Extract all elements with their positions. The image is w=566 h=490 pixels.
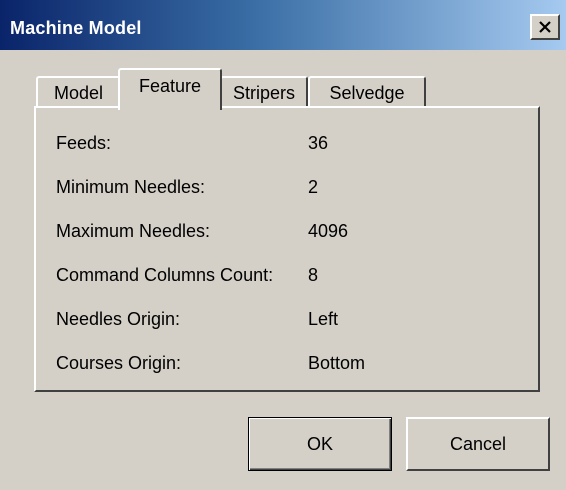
machine-model-dialog: Machine Model Model Feature Stripers Sel… — [0, 0, 566, 490]
feeds-row: Feeds: 36 — [56, 128, 328, 158]
close-icon — [538, 20, 552, 34]
needles-origin-label: Needles Origin: — [56, 308, 181, 329]
courses-origin-label: Courses Origin: — [56, 352, 182, 373]
tab-selvedge-label: Selvedge — [329, 82, 405, 103]
feature-tab-panel: Feeds: 36 Minimum Needles: 2 Maximum Nee… — [34, 106, 540, 392]
feeds-value: 36 — [308, 132, 329, 153]
minimum-needles-value: 2 — [308, 176, 319, 197]
title-bar[interactable]: Machine Model — [0, 0, 566, 50]
maximum-needles-value: 4096 — [308, 220, 349, 241]
ok-button[interactable]: OK — [248, 417, 392, 471]
close-button[interactable] — [530, 14, 560, 40]
needles-origin-row: Needles Origin: Left — [56, 304, 338, 334]
minimum-needles-row: Minimum Needles: 2 — [56, 172, 318, 202]
tab-model[interactable]: Model — [36, 76, 121, 108]
tab-model-label: Model — [53, 82, 104, 103]
cancel-button-label: Cancel — [449, 433, 507, 454]
cancel-button[interactable]: Cancel — [406, 417, 550, 471]
feeds-label: Feeds: — [56, 132, 112, 153]
ok-button-label: OK — [306, 433, 333, 454]
tab-stripers[interactable]: Stripers — [220, 76, 308, 108]
courses-origin-value: Bottom — [308, 352, 366, 373]
courses-origin-row: Courses Origin: Bottom — [56, 348, 365, 378]
command-columns-count-label: Command Columns Count: — [56, 264, 274, 285]
minimum-needles-label: Minimum Needles: — [56, 176, 206, 197]
window-title: Machine Model — [10, 18, 142, 38]
tab-feature-label: Feature — [138, 75, 202, 96]
tab-feature[interactable]: Feature — [118, 68, 222, 110]
maximum-needles-row: Maximum Needles: 4096 — [56, 216, 348, 246]
needles-origin-value: Left — [308, 308, 339, 329]
tab-selvedge[interactable]: Selvedge — [308, 76, 426, 108]
command-columns-count-value: 8 — [308, 264, 319, 285]
maximum-needles-label: Maximum Needles: — [56, 220, 211, 241]
command-columns-count-row: Command Columns Count: 8 — [56, 260, 318, 290]
tab-stripers-label: Stripers — [232, 82, 295, 103]
